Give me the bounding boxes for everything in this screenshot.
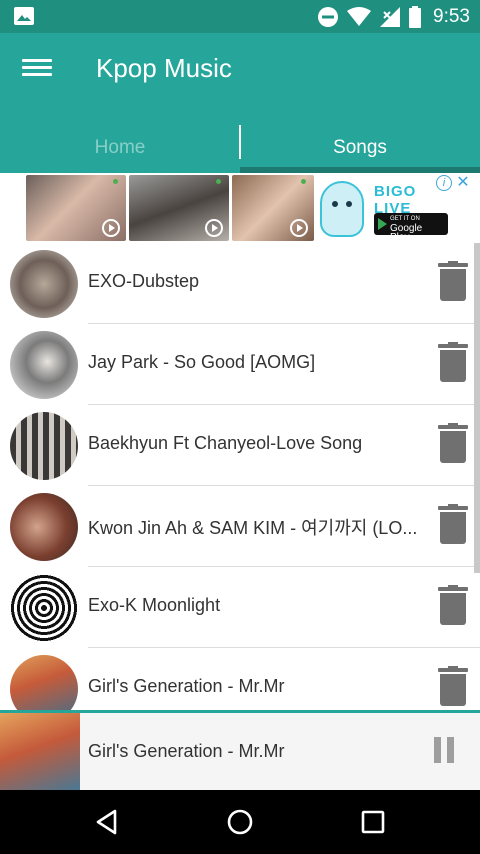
play-icon [102, 219, 120, 237]
battery-icon [409, 5, 422, 28]
trash-icon[interactable] [438, 261, 468, 303]
trash-icon[interactable] [438, 342, 468, 384]
recents-icon[interactable] [359, 808, 387, 836]
tab-divider [239, 125, 241, 159]
trash-icon[interactable] [438, 585, 468, 627]
album-art [10, 655, 78, 713]
status-bar: 9:53 [0, 0, 480, 33]
song-row[interactable]: Kwon Jin Ah & SAM KIM - 여기까지 (LO... [0, 486, 480, 567]
song-title: Girl's Generation - Mr.Mr [88, 676, 285, 696]
google-play-badge[interactable]: GET IT ON Google Play [374, 213, 448, 243]
image-icon [14, 7, 34, 25]
ad-thumbnail[interactable] [129, 175, 229, 241]
ad-close-icon[interactable]: ✕ [454, 174, 472, 192]
home-icon[interactable] [226, 808, 254, 836]
tab-songs[interactable]: Songs [240, 123, 480, 173]
album-art [10, 574, 78, 642]
song-title: Exo-K Moonlight [88, 595, 221, 615]
now-playing-bar[interactable]: Girl's Generation - Mr.Mr [0, 710, 480, 790]
song-row[interactable]: Baekhyun Ft Chanyeol-Love Song [0, 405, 480, 486]
now-playing-title: Girl's Generation - Mr.Mr [88, 741, 285, 761]
song-row[interactable]: EXO-Dubstep [0, 243, 480, 324]
do-not-disturb-icon [318, 6, 339, 27]
album-art [10, 493, 78, 561]
menu-icon[interactable] [22, 55, 52, 85]
trash-icon[interactable] [438, 504, 468, 546]
album-art [10, 331, 78, 399]
play-icon [290, 219, 308, 237]
scrollbar[interactable] [474, 243, 480, 573]
song-row[interactable]: Exo-K Moonlight [0, 567, 480, 648]
song-title: Baekhyun Ft Chanyeol-Love Song [88, 433, 363, 453]
trash-icon[interactable] [438, 666, 468, 708]
song-title: EXO-Dubstep [88, 271, 200, 291]
album-art [10, 250, 78, 318]
google-play-label: Google Play [390, 223, 423, 243]
song-title: Kwon Jin Ah & SAM KIM - 여기까지 (LO... [88, 518, 418, 538]
ad-thumbnail[interactable] [26, 175, 126, 241]
now-playing-art [0, 713, 80, 790]
bigo-live-ad[interactable]: BIGO LIVE GET IT ON Google Play [316, 175, 456, 243]
song-list: EXO-Dubstep Jay Park - So Good [AOMG] Ba… [0, 243, 480, 713]
app-title: Kpop Music [96, 53, 232, 83]
signal-icon [380, 6, 401, 27]
ad-banner[interactable]: BIGO LIVE GET IT ON Google Play i ✕ [0, 173, 480, 243]
bigo-mascot-icon [320, 181, 364, 237]
pause-icon[interactable] [432, 737, 456, 763]
play-icon [205, 219, 223, 237]
song-row[interactable]: Girl's Generation - Mr.Mr [0, 648, 480, 713]
tab-home[interactable]: Home [0, 123, 240, 173]
trash-icon[interactable] [438, 423, 468, 465]
ad-info-icon[interactable]: i [436, 175, 452, 191]
song-title: Jay Park - So Good [AOMG] [88, 352, 316, 372]
song-row[interactable]: Jay Park - So Good [AOMG] [0, 324, 480, 405]
navigation-bar [0, 790, 480, 854]
tab-bar: Home Songs [0, 123, 480, 173]
app-bar: Kpop Music Home Songs [0, 33, 480, 173]
album-art [10, 412, 78, 480]
ad-thumbnail[interactable] [232, 175, 314, 241]
clock: 9:53 [433, 5, 470, 27]
wifi-icon [347, 6, 372, 26]
back-icon[interactable] [93, 808, 121, 836]
